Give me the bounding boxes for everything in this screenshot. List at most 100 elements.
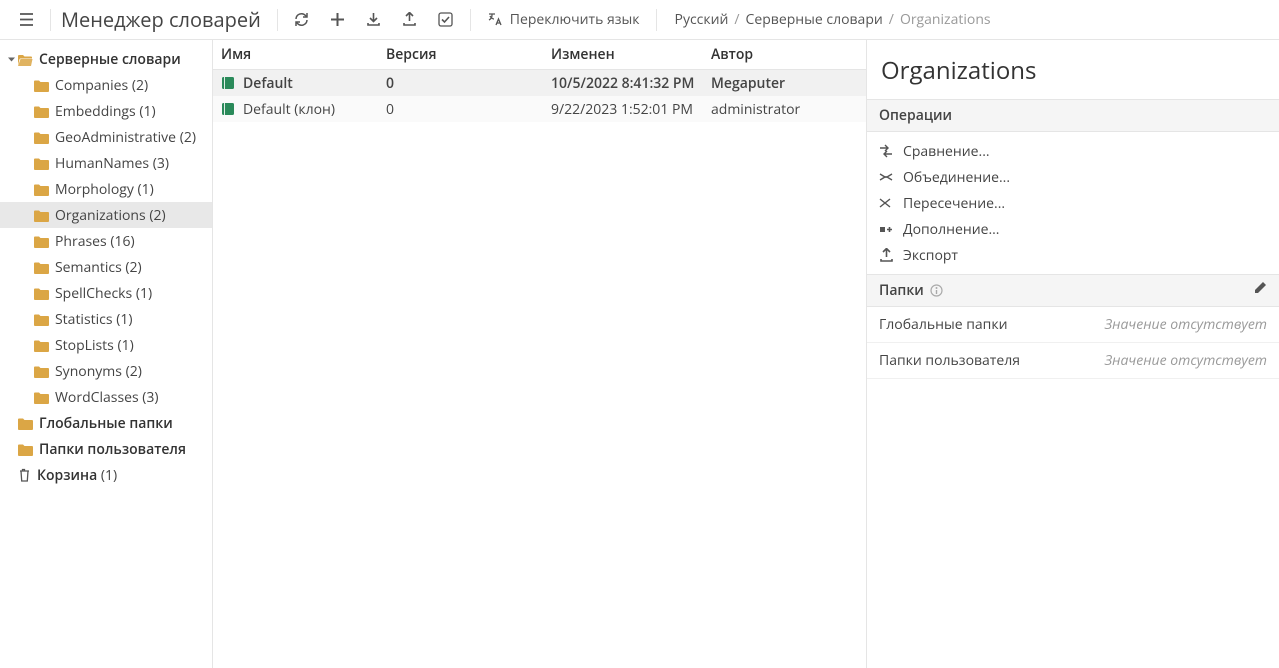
tree-item-label: Organizations [55, 206, 146, 225]
tree-global-folders[interactable]: Глобальные папки [0, 410, 212, 436]
folder-icon [34, 261, 49, 274]
tree-item[interactable]: GeoAdministrative (2) [0, 124, 212, 150]
tree-item[interactable]: Synonyms (2) [0, 358, 212, 384]
operation-item[interactable]: Пересечение... [867, 190, 1279, 216]
col-modified[interactable]: Изменен [543, 45, 703, 64]
tree-trash[interactable]: Корзина (1) [0, 462, 212, 488]
tree-item[interactable]: WordClasses (3) [0, 384, 212, 410]
tree-item-label: Synonyms [55, 362, 122, 381]
operation-item[interactable]: Сравнение... [867, 138, 1279, 164]
table-row[interactable]: Default (клон)09/22/2023 1:52:01 PMadmin… [213, 96, 866, 122]
breadcrumb-item[interactable]: Русский [675, 10, 729, 29]
section-folders: Папки [867, 274, 1279, 307]
operation-label: Сравнение... [903, 142, 990, 161]
tree-item-count: (3) [153, 154, 169, 173]
export-button[interactable] [392, 0, 428, 40]
folder-icon [34, 183, 49, 196]
refresh-button[interactable] [284, 0, 320, 40]
cell-name: Default [243, 74, 293, 93]
tree-root-server[interactable]: Серверные словари [0, 46, 212, 72]
app-title: Менеджер словарей [57, 6, 271, 33]
intersect-icon [879, 196, 893, 210]
tree-item[interactable]: Statistics (1) [0, 306, 212, 332]
kv-user-value: Значение отсутствует [1105, 351, 1267, 370]
edit-button[interactable] [1253, 281, 1267, 300]
breadcrumb-item[interactable]: Серверные словари [746, 10, 883, 29]
tree-user-folders[interactable]: Папки пользователя [0, 436, 212, 462]
section-operations: Операции [867, 99, 1279, 132]
switch-language-button[interactable]: Переключить язык [477, 10, 650, 29]
tree-item-count: (2) [132, 76, 148, 95]
folder-icon [34, 79, 49, 92]
plus-icon [330, 12, 345, 27]
checkbox-icon [438, 12, 453, 27]
tree-item[interactable]: SpellChecks (1) [0, 280, 212, 306]
caret-down-icon[interactable] [4, 55, 18, 64]
tree-item-count: (16) [110, 232, 134, 251]
dictionary-icon [221, 76, 235, 90]
table-row[interactable]: Default010/5/2022 8:41:32 PMMegaputer [213, 70, 866, 96]
dictionary-icon [221, 102, 235, 116]
folder-icon [34, 365, 49, 378]
operation-label: Дополнение... [903, 220, 1000, 239]
tree-item-count: (2) [125, 258, 141, 277]
tree-global-label: Глобальные папки [39, 414, 173, 433]
menu-button[interactable] [8, 0, 44, 40]
add-button[interactable] [320, 0, 356, 40]
tree-item[interactable]: StopLists (1) [0, 332, 212, 358]
operations-list: Сравнение... Объединение...Пересечение...… [867, 132, 1279, 274]
tree-item-label: Statistics [55, 310, 113, 329]
folder-icon [34, 313, 49, 326]
tree-item[interactable]: Embeddings (1) [0, 98, 212, 124]
import-button[interactable] [356, 0, 392, 40]
tree-item[interactable]: HumanNames (3) [0, 150, 212, 176]
operation-item[interactable]: Объединение... [867, 164, 1279, 190]
col-name[interactable]: Имя [213, 45, 378, 64]
folder-icon [34, 131, 49, 144]
tree-item[interactable]: Organizations (2) [0, 202, 212, 228]
folder-icon [34, 157, 49, 170]
tree-item[interactable]: Semantics (2) [0, 254, 212, 280]
tree-item-label: Companies [55, 76, 128, 95]
export-icon [402, 12, 417, 27]
table-pane: Имя Версия Изменен Автор Default010/5/20… [213, 40, 867, 668]
kv-global-key: Глобальные папки [879, 315, 1007, 334]
kv-global-folders: Глобальные папки Значение отсутствует [867, 307, 1279, 343]
translate-icon [487, 12, 502, 27]
separator [277, 9, 278, 31]
separator [656, 9, 657, 31]
kv-user-key: Папки пользователя [879, 351, 1020, 370]
tree-item-count: (1) [116, 310, 132, 329]
table-header: Имя Версия Изменен Автор [213, 40, 866, 70]
folder-icon [34, 339, 49, 352]
tree-item-label: Semantics [55, 258, 122, 277]
section-operations-label: Операции [879, 106, 952, 125]
breadcrumb-separator: / [889, 10, 894, 29]
col-author[interactable]: Автор [703, 45, 866, 64]
switch-language-label: Переключить язык [510, 10, 640, 29]
info-icon[interactable] [930, 284, 943, 297]
tree-item-label: Morphology [55, 180, 134, 199]
breadcrumb-item-current: Organizations [900, 10, 991, 29]
tree-trash-count: (1) [101, 466, 117, 485]
details-title: Organizations [867, 40, 1279, 99]
operation-label: Экспорт [903, 246, 958, 265]
union-icon [879, 170, 893, 184]
tree-item-label: HumanNames [55, 154, 149, 173]
col-version[interactable]: Версия [378, 45, 543, 64]
tree-item-label: WordClasses [55, 388, 139, 407]
cell-version: 0 [378, 74, 543, 93]
tree-item[interactable]: Morphology (1) [0, 176, 212, 202]
operation-item[interactable]: Дополнение... [867, 216, 1279, 242]
operation-item[interactable]: Экспорт [867, 242, 1279, 268]
selectall-button[interactable] [428, 0, 464, 40]
tree-item[interactable]: Phrases (16) [0, 228, 212, 254]
folder-icon [34, 209, 49, 222]
folder-icon [18, 443, 33, 456]
tree-item[interactable]: Companies (2) [0, 72, 212, 98]
folder-icon [34, 287, 49, 300]
content: Имя Версия Изменен Автор Default010/5/20… [213, 40, 1279, 668]
folder-open-icon [18, 53, 33, 66]
tree-item-count: (1) [136, 284, 152, 303]
separator [470, 9, 471, 31]
